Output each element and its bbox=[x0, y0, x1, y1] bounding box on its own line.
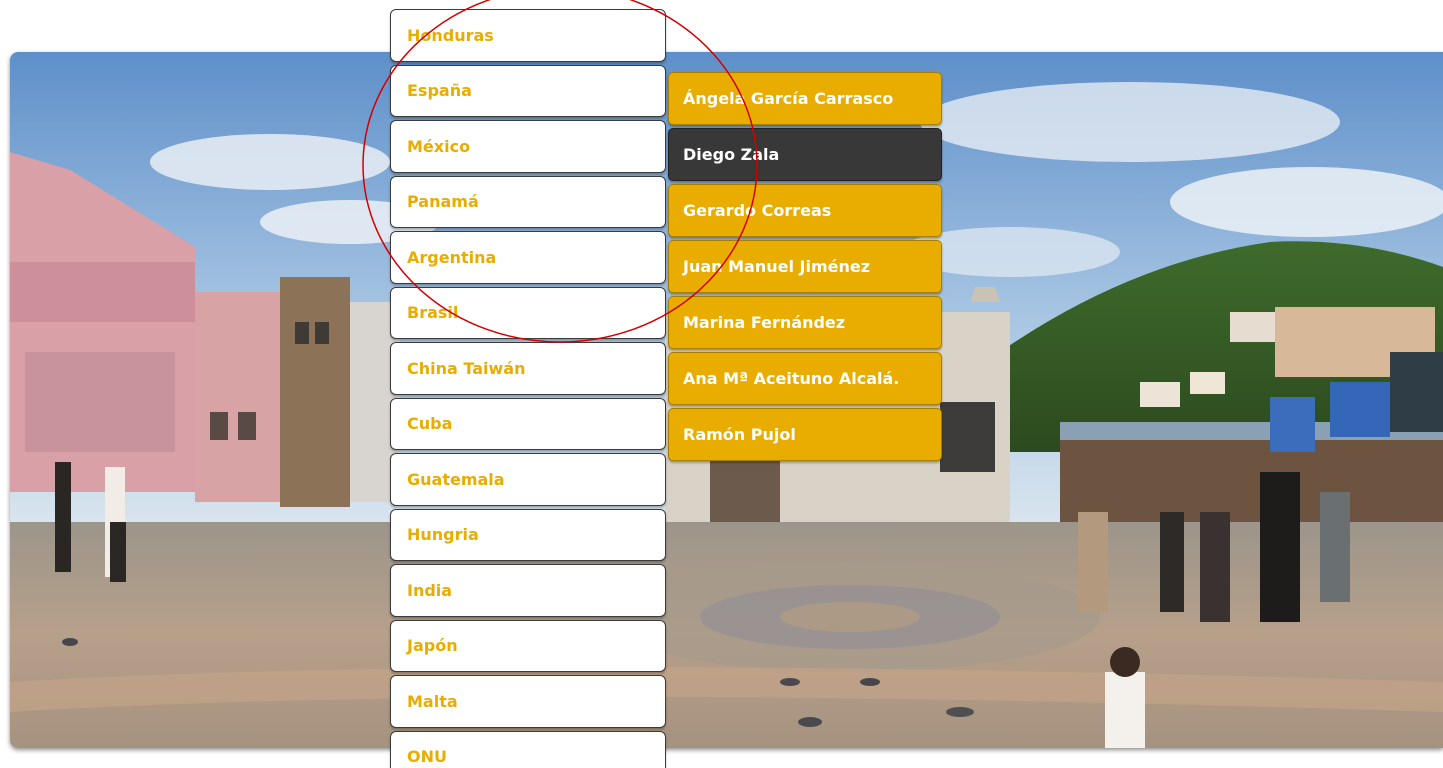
country-label: Argentina bbox=[407, 247, 497, 267]
country-item-mexico[interactable]: México bbox=[390, 120, 666, 173]
person-label: Marina Fernández bbox=[683, 313, 846, 332]
country-item-espana[interactable]: España bbox=[390, 64, 666, 117]
country-item-argentina[interactable]: Argentina bbox=[390, 231, 666, 284]
country-label: ONU bbox=[407, 747, 447, 767]
country-item-china-taiwan[interactable]: China Taiwán bbox=[390, 342, 666, 395]
person-item-gerardo-correas[interactable]: Gerardo Correas bbox=[668, 184, 942, 237]
person-label: Gerardo Correas bbox=[683, 201, 832, 220]
country-label: Honduras bbox=[407, 25, 494, 45]
country-label: Guatemala bbox=[407, 469, 505, 489]
person-label: Ramón Pujol bbox=[683, 425, 796, 444]
country-label: Malta bbox=[407, 691, 458, 711]
country-item-hungria[interactable]: Hungria bbox=[390, 508, 666, 561]
country-label: Panamá bbox=[407, 192, 479, 212]
country-label: Hungria bbox=[407, 525, 479, 545]
country-item-guatemala[interactable]: Guatemala bbox=[390, 453, 666, 506]
country-label: Japón bbox=[407, 636, 458, 656]
country-label: México bbox=[407, 136, 471, 156]
person-item-ana-aceituno-alcala[interactable]: Ana Mª Aceituno Alcalá. bbox=[668, 352, 942, 405]
country-item-malta[interactable]: Malta bbox=[390, 675, 666, 728]
country-item-honduras[interactable]: Honduras bbox=[390, 9, 666, 62]
person-label: Ángela García Carrasco bbox=[683, 89, 894, 108]
person-item-angela-garcia-carrasco[interactable]: Ángela García Carrasco bbox=[668, 72, 942, 125]
country-item-japon[interactable]: Japón bbox=[390, 619, 666, 672]
person-item-ramon-pujol[interactable]: Ramón Pujol bbox=[668, 408, 942, 461]
person-item-marina-fernandez[interactable]: Marina Fernández bbox=[668, 296, 942, 349]
country-item-panama[interactable]: Panamá bbox=[390, 175, 666, 228]
country-label: Cuba bbox=[407, 414, 453, 434]
person-label: Juan Manuel Jiménez bbox=[683, 257, 871, 276]
country-item-brasil[interactable]: Brasil bbox=[390, 286, 666, 339]
country-label: España bbox=[407, 81, 472, 101]
country-item-cuba[interactable]: Cuba bbox=[390, 397, 666, 450]
country-label: India bbox=[407, 580, 453, 600]
page: Honduras España México Panamá Argentina … bbox=[0, 0, 1443, 768]
person-list: Ángela García Carrasco Diego Zala Gerard… bbox=[668, 72, 942, 464]
person-label: Ana Mª Aceituno Alcalá. bbox=[683, 369, 900, 388]
person-item-juan-manuel-jimenez[interactable]: Juan Manuel Jiménez bbox=[668, 240, 942, 293]
country-label: China Taiwán bbox=[407, 358, 526, 378]
country-list: Honduras España México Panamá Argentina … bbox=[390, 9, 666, 768]
country-item-india[interactable]: India bbox=[390, 564, 666, 617]
country-label: Brasil bbox=[407, 303, 459, 323]
person-label: Diego Zala bbox=[683, 145, 780, 164]
person-item-diego-zala[interactable]: Diego Zala bbox=[668, 128, 942, 181]
country-item-onu[interactable]: ONU bbox=[390, 730, 666, 768]
